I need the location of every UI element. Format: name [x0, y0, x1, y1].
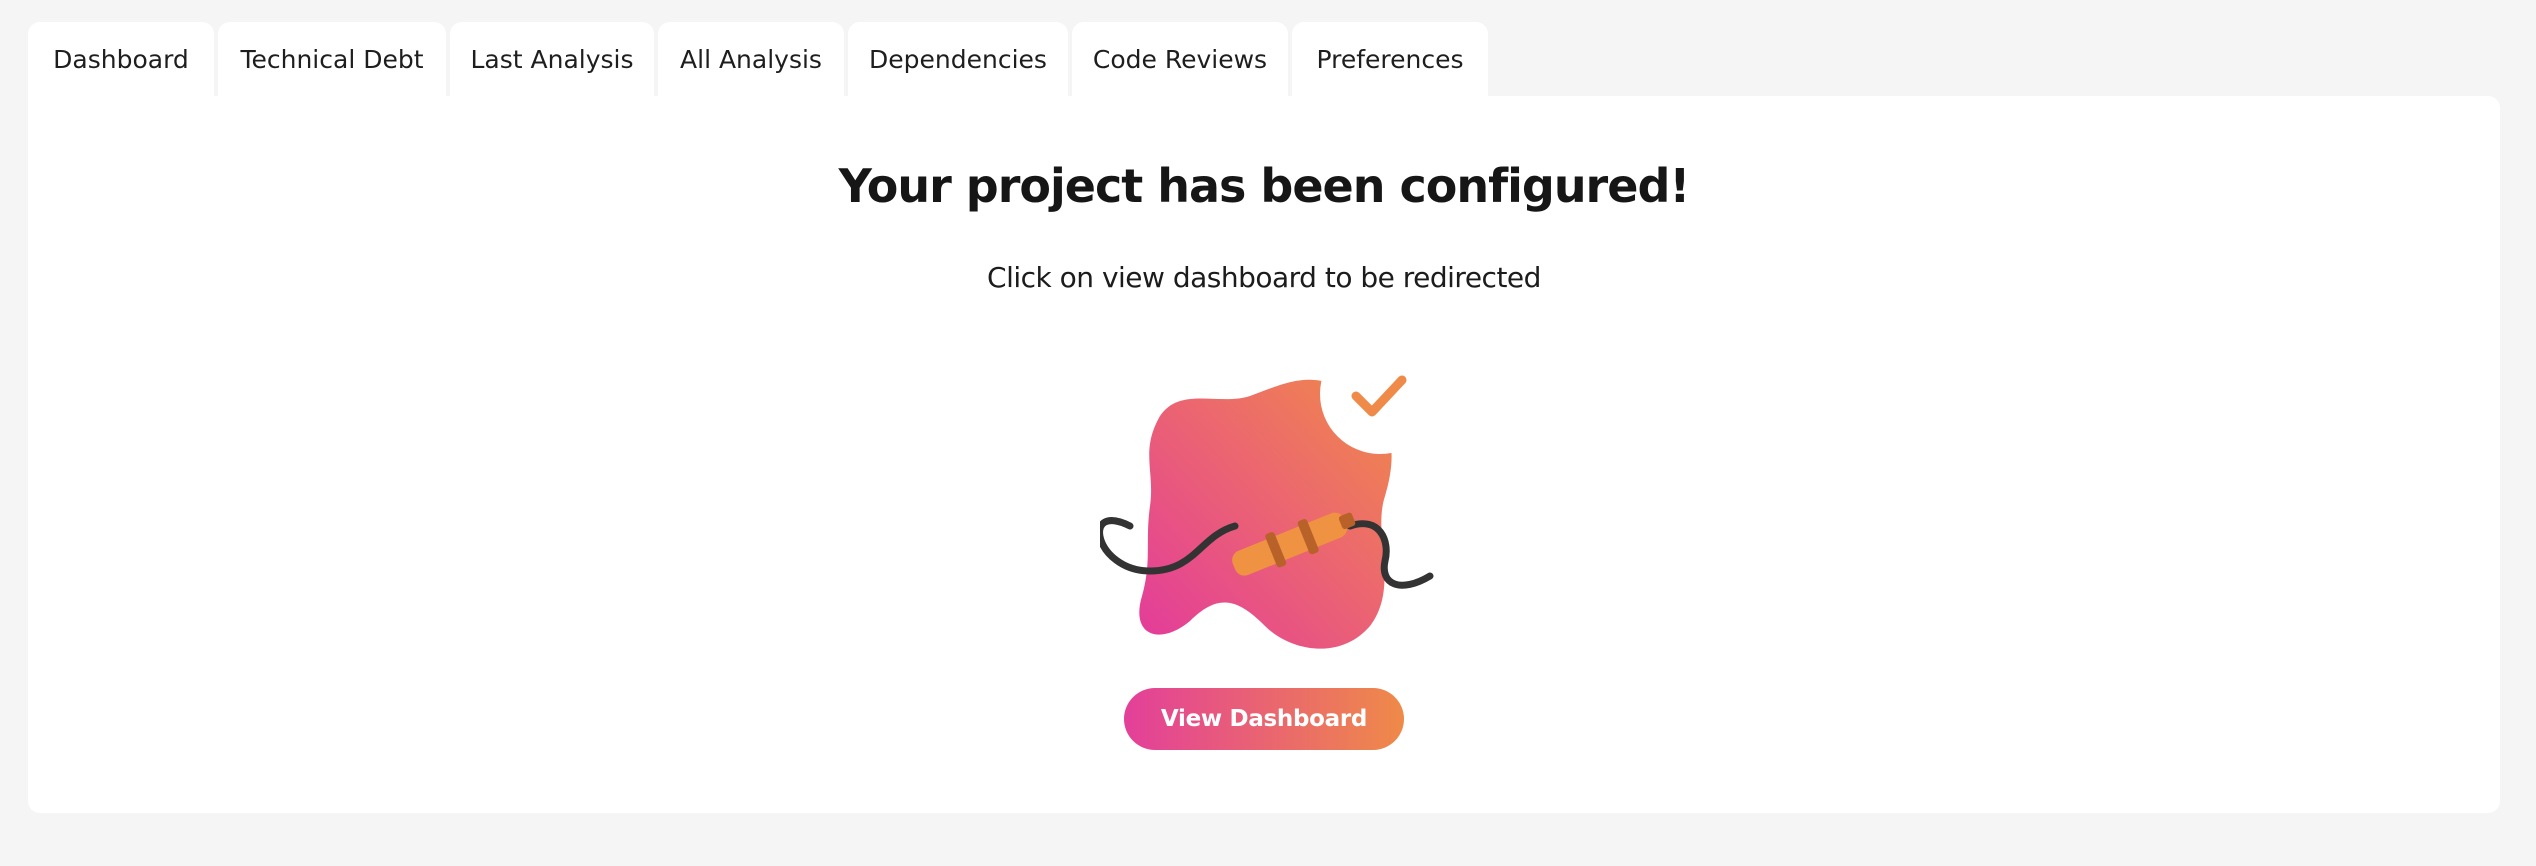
- main-panel: Your project has been configured! Click …: [28, 96, 2500, 813]
- page-subtitle: Click on view dashboard to be redirected: [987, 261, 1541, 294]
- tab-all-analysis[interactable]: All Analysis: [658, 22, 844, 97]
- tab-dependencies[interactable]: Dependencies: [848, 22, 1068, 97]
- tab-bar: Dashboard Technical Debt Last Analysis A…: [28, 22, 1488, 97]
- view-dashboard-button[interactable]: View Dashboard: [1124, 688, 1404, 750]
- tab-dashboard[interactable]: Dashboard: [28, 22, 214, 97]
- tab-technical-debt[interactable]: Technical Debt: [218, 22, 446, 97]
- tab-last-analysis[interactable]: Last Analysis: [450, 22, 654, 97]
- tab-code-reviews[interactable]: Code Reviews: [1072, 22, 1288, 97]
- tab-preferences[interactable]: Preferences: [1292, 22, 1488, 97]
- page-title: Your project has been configured!: [838, 159, 1691, 213]
- plugged-cable-checkmark-icon: [1100, 366, 1440, 649]
